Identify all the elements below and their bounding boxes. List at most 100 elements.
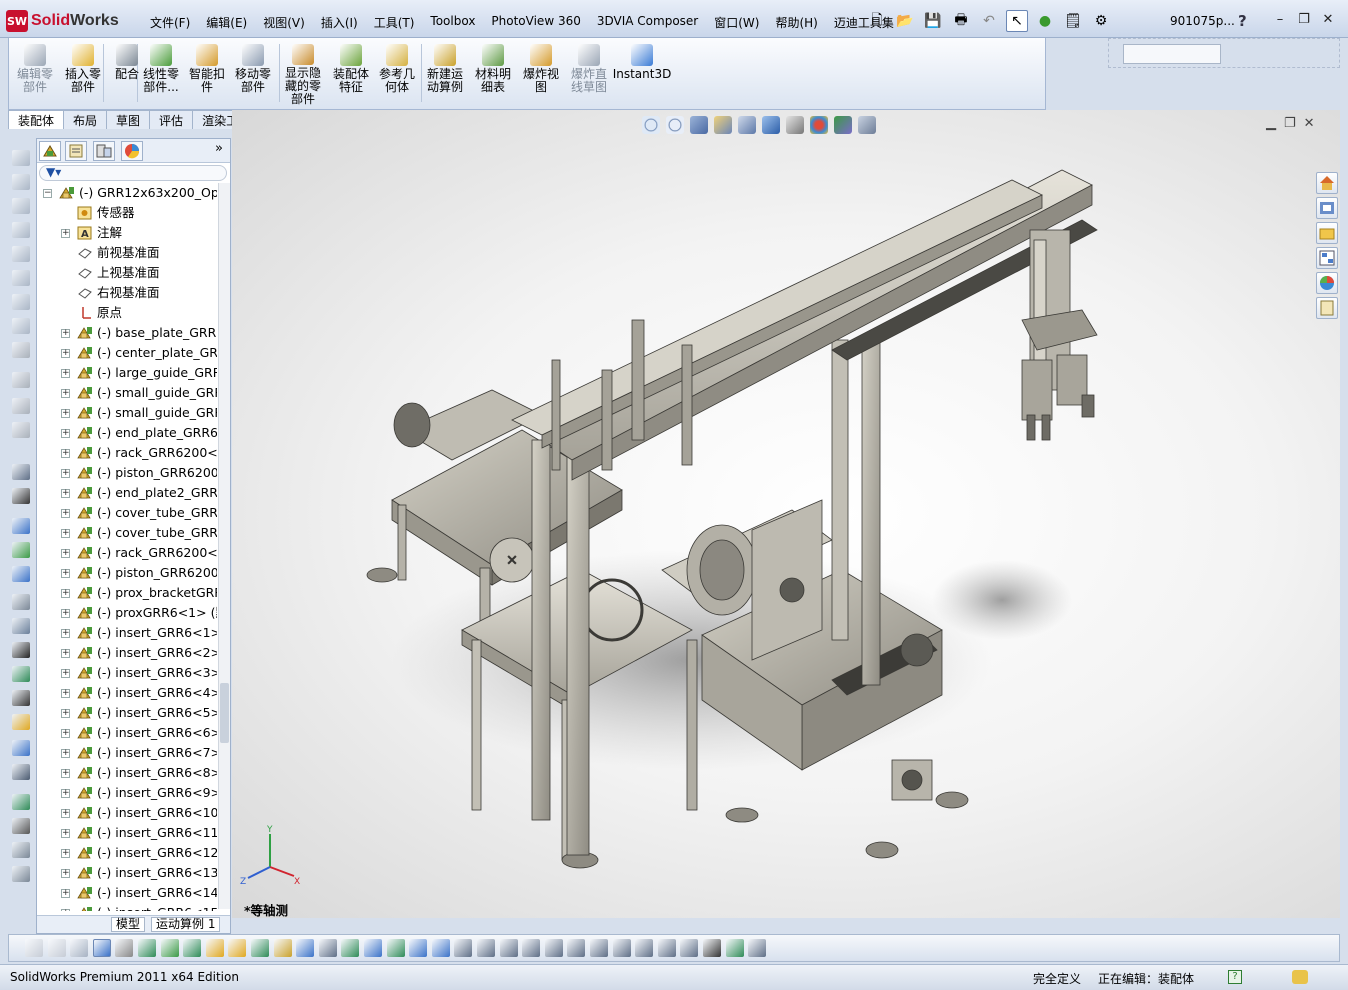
filter-tool-icon-21[interactable] — [499, 939, 518, 957]
filter-tool-icon-14[interactable] — [341, 939, 360, 957]
filter-tool-icon-25[interactable] — [590, 939, 608, 957]
left-tool-icon-27[interactable] — [12, 842, 30, 858]
filter-tool-icon-30[interactable] — [703, 939, 721, 957]
tree-item[interactable]: + (-) insert_GRR6<2> ( — [37, 643, 217, 663]
expand-toggle[interactable]: + — [61, 469, 70, 478]
save-icon[interactable]: 💾 — [922, 10, 944, 32]
tree-item[interactable]: 上视基准面 — [37, 263, 217, 283]
close-button[interactable]: ✕ — [1318, 11, 1338, 29]
ribbon-button-5[interactable]: 移动零 部件 — [231, 44, 275, 106]
ribbon-button-12[interactable]: 爆炸直 线草图 — [567, 44, 611, 106]
expand-toggle[interactable]: + — [61, 669, 70, 678]
left-tool-icon-18[interactable] — [12, 618, 30, 634]
filter-tool-icon-11[interactable] — [273, 939, 292, 957]
expand-toggle[interactable]: + — [61, 889, 70, 898]
tree-item[interactable]: 原点 — [37, 303, 217, 323]
tree-item[interactable]: + (-) insert_GRR6<7> ( — [37, 743, 217, 763]
left-tool-icon-6[interactable] — [12, 294, 30, 310]
expand-toggle[interactable]: + — [61, 709, 70, 718]
filter-tool-icon-22[interactable] — [522, 939, 541, 957]
view-settings-icon[interactable] — [858, 116, 876, 134]
tree-item[interactable]: + (-) insert_GRR6<1> ( — [37, 623, 217, 643]
feature-tree-scrollbar[interactable] — [218, 183, 230, 909]
appearances-scenes-icon[interactable] — [1316, 272, 1338, 294]
ribbon-button-7[interactable]: 装配体 特征 — [329, 44, 373, 106]
left-tool-icon-19[interactable] — [12, 642, 30, 658]
expand-toggle[interactable]: + — [61, 409, 70, 418]
tree-item[interactable]: + (-) proxGRR6<1> (默 — [37, 603, 217, 623]
undo-icon[interactable]: ↶ — [978, 10, 1000, 32]
tree-item[interactable]: + (-) insert_GRR6<5> ( — [37, 703, 217, 723]
apply-scene-icon[interactable] — [834, 116, 852, 134]
left-tool-icon-24[interactable] — [12, 764, 30, 780]
expand-toggle[interactable]: + — [61, 849, 70, 858]
filter-tool-icon-29[interactable] — [680, 939, 699, 957]
solidworks-resources-icon[interactable] — [1316, 172, 1338, 194]
zoom-to-fit-icon[interactable] — [642, 116, 660, 134]
ribbon-button-0[interactable]: 编辑零 部件 — [13, 44, 57, 106]
previous-view-icon[interactable] — [690, 116, 708, 134]
file-explorer-icon[interactable] — [1316, 222, 1338, 244]
expand-toggle[interactable]: + — [61, 689, 70, 698]
tree-item[interactable]: + (-) base_plate_GRR12 — [37, 323, 217, 343]
expand-toggle[interactable]: + — [61, 369, 70, 378]
filter-tool-icon-19[interactable] — [454, 939, 473, 957]
tree-item[interactable]: + (-) insert_GRR6<3> ( — [37, 663, 217, 683]
expand-toggle[interactable]: + — [61, 769, 70, 778]
left-tool-icon-1[interactable] — [12, 174, 30, 190]
filter-tool-icon-23[interactable] — [544, 939, 563, 957]
view-palette-icon[interactable] — [1316, 247, 1338, 269]
filter-tool-icon-17[interactable] — [409, 939, 428, 957]
design-library-icon[interactable] — [1316, 197, 1338, 219]
ribbon-button-10[interactable]: 材料明 细表 — [471, 44, 515, 106]
ribbon-button-8[interactable]: 参考几 何体 — [375, 44, 419, 106]
filter-tool-icon-7[interactable] — [183, 939, 202, 957]
tree-item[interactable]: + (-) insert_GRR6<6> ( — [37, 723, 217, 743]
expand-toggle[interactable]: + — [61, 389, 70, 398]
print-icon[interactable]: 🖶 — [950, 10, 972, 32]
tree-item[interactable]: + (-) piston_GRR6200< — [37, 463, 217, 483]
expand-toggle[interactable]: + — [61, 529, 70, 538]
tree-item[interactable]: + (-) center_plate_GRR — [37, 343, 217, 363]
expand-toggle[interactable]: + — [61, 789, 70, 798]
command-tab-1[interactable]: 布局 — [63, 110, 108, 129]
tree-item[interactable]: + (-) insert_GRR6<4> ( — [37, 683, 217, 703]
left-tool-icon-8[interactable] — [12, 342, 30, 358]
menu-item-6[interactable]: PhotoView 360 — [484, 12, 587, 33]
tree-item[interactable]: + (-) insert_GRR6<14> — [37, 883, 217, 903]
custom-properties-icon[interactable] — [1316, 297, 1338, 319]
left-tool-icon-10[interactable] — [12, 398, 30, 414]
filter-tool-icon-9[interactable] — [228, 939, 247, 957]
minimize-button[interactable]: – — [1270, 11, 1290, 29]
tree-item[interactable]: + (-) insert_GRR6<8> ( — [37, 763, 217, 783]
filter-tool-icon-28[interactable] — [657, 939, 676, 957]
ribbon-button-9[interactable]: 新建运 动算例 — [423, 44, 467, 106]
filter-tool-icon-12[interactable] — [296, 939, 315, 957]
tree-item[interactable]: + (-) insert_GRR6<9> ( — [37, 783, 217, 803]
viewport-close-icon[interactable]: ✕ — [1304, 116, 1315, 131]
command-tab-3[interactable]: 评估 — [149, 110, 194, 129]
left-tool-icon-0[interactable] — [12, 150, 30, 166]
filter-tool-icon-32[interactable] — [748, 939, 767, 957]
tree-item[interactable]: + (-) end_plate2_GRR6 — [37, 483, 217, 503]
left-tool-icon-17[interactable] — [12, 594, 30, 610]
left-tool-icon-9[interactable] — [12, 372, 30, 388]
help-icon[interactable]: ? — [1238, 12, 1247, 30]
expand-toggle[interactable]: + — [61, 809, 70, 818]
left-tool-icon-11[interactable] — [12, 422, 30, 438]
expand-toggle[interactable]: + — [61, 569, 70, 578]
assembly-3d-model[interactable]: ✕ — [362, 160, 1122, 900]
tree-item[interactable]: 前视基准面 — [37, 243, 217, 263]
expand-toggle[interactable]: + — [61, 349, 70, 358]
left-tool-icon-16[interactable] — [12, 566, 30, 582]
tree-item[interactable]: + (-) cover_tube_GRR6 — [37, 523, 217, 543]
filter-tool-icon-10[interactable] — [251, 939, 269, 957]
filter-tool-icon-27[interactable] — [635, 939, 654, 957]
command-tab-2[interactable]: 草图 — [106, 110, 151, 129]
left-tool-icon-15[interactable] — [12, 542, 30, 558]
filter-tool-icon-15[interactable] — [364, 939, 382, 957]
expand-toggle[interactable]: + — [61, 829, 70, 838]
filter-tool-icon-2[interactable] — [70, 939, 89, 957]
menu-item-7[interactable]: 3DVIA Composer — [590, 12, 705, 33]
filter-tool-icon-20[interactable] — [477, 939, 495, 957]
